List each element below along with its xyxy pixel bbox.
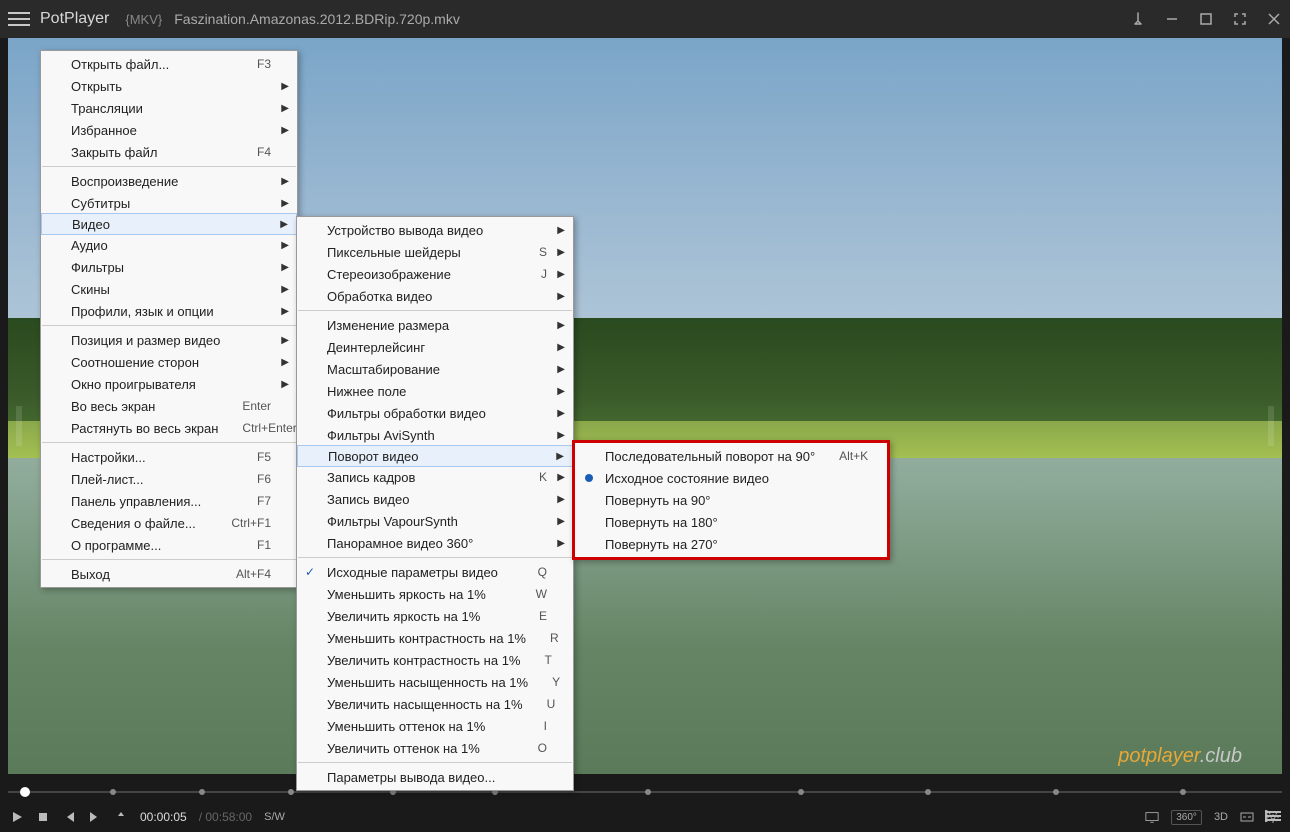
menu-item[interactable]: Трансляции▶ (41, 97, 297, 119)
menu-item[interactable]: Параметры вывода видео... (297, 766, 573, 788)
menu-item[interactable]: Увеличить насыщенность на 1%U (297, 693, 573, 715)
menu-item[interactable]: ✓Исходные параметры видеоQ (297, 561, 573, 583)
menu-item[interactable]: Фильтры▶ (41, 256, 297, 278)
file-name: Faszination.Amazonas.2012.BDRip.720p.mkv (174, 11, 460, 27)
menu-item[interactable]: Обработка видео▶ (297, 285, 573, 307)
subtitle-icon[interactable] (1240, 810, 1254, 824)
menu-item[interactable]: Повернуть на 270° (575, 533, 887, 555)
menu-item[interactable]: Уменьшить яркость на 1%W (297, 583, 573, 605)
playlist-button[interactable] (1262, 804, 1286, 828)
close-button[interactable] (1266, 11, 1282, 27)
menu-item[interactable]: Уменьшить контрастность на 1%R (297, 627, 573, 649)
menu-item[interactable]: Позиция и размер видео▶ (41, 329, 297, 351)
menu-item[interactable]: Уменьшить оттенок на 1%I (297, 715, 573, 737)
menu-item[interactable]: Субтитры▶ (41, 192, 297, 214)
watermark: potplayer.club (1118, 745, 1242, 768)
menu-item[interactable]: Увеличить яркость на 1%E (297, 605, 573, 627)
menu-item[interactable]: Нижнее поле▶ (297, 380, 573, 402)
menu-item[interactable]: Повернуть на 90° (575, 489, 887, 511)
menu-item[interactable]: ВыходAlt+F4 (41, 563, 297, 585)
fullscreen-button[interactable] (1232, 11, 1248, 27)
rotate-video-submenu[interactable]: Последовательный поворот на 90°Alt+KИсхо… (572, 440, 890, 560)
stop-button[interactable] (36, 810, 50, 824)
menu-item[interactable]: Увеличить контрастность на 1%T (297, 649, 573, 671)
menu-item[interactable]: Исходное состояние видео (575, 467, 887, 489)
menu-item[interactable]: Фильтры VapourSynth▶ (297, 510, 573, 532)
file-format-tag: {MKV} (125, 12, 162, 27)
menu-item[interactable]: Поворот видео▶ (297, 445, 573, 467)
menu-item[interactable]: Масштабирование▶ (297, 358, 573, 380)
menu-icon[interactable] (8, 8, 30, 30)
maximize-button[interactable] (1198, 11, 1214, 27)
menu-item[interactable]: Запись кадровK▶ (297, 466, 573, 488)
menu-item[interactable]: Панорамное видео 360°▶ (297, 532, 573, 554)
open-button[interactable] (114, 810, 128, 824)
menu-item[interactable]: Запись видео▶ (297, 488, 573, 510)
next-button[interactable] (88, 810, 102, 824)
time-duration: / 00:58:00 (199, 810, 252, 824)
menu-item[interactable]: Фильтры обработки видео▶ (297, 402, 573, 424)
menu-item[interactable]: Воспроизведение▶ (41, 170, 297, 192)
menu-item[interactable]: Видео▶ (41, 213, 297, 235)
control-bar: 00:00:05 / 00:58:00 S/W 360° 3D (0, 802, 1290, 832)
seekbar[interactable] (8, 782, 1282, 802)
menu-item[interactable]: Увеличить оттенок на 1%O (297, 737, 573, 759)
menu-item[interactable]: Окно проигрывателя▶ (41, 373, 297, 395)
menu-item[interactable]: Уменьшить насыщенность на 1%Y (297, 671, 573, 693)
menu-item[interactable]: Открыть файл...F3 (41, 53, 297, 75)
play-button[interactable] (10, 810, 24, 824)
360-button[interactable]: 360° (1171, 810, 1202, 825)
menu-item[interactable]: Устройство вывода видео▶ (297, 219, 573, 241)
hw-indicator[interactable]: S/W (264, 811, 285, 823)
menu-item[interactable]: Повернуть на 180° (575, 511, 887, 533)
pin-icon[interactable] (1130, 11, 1146, 27)
menu-item[interactable]: Деинтерлейсинг▶ (297, 336, 573, 358)
minimize-button[interactable] (1164, 11, 1180, 27)
menu-item[interactable]: Избранное▶ (41, 119, 297, 141)
menu-item[interactable]: Пиксельные шейдерыS▶ (297, 241, 573, 263)
menu-item[interactable]: Растянуть во весь экранCtrl+Enter (41, 417, 297, 439)
titlebar: PotPlayer {MKV} Faszination.Amazonas.201… (0, 0, 1290, 38)
menu-item[interactable]: Аудио▶ (41, 234, 297, 256)
app-name: PotPlayer (40, 10, 109, 28)
menu-item[interactable]: Фильтры AviSynth▶ (297, 424, 573, 446)
menu-item[interactable]: Плей-лист...F6 (41, 468, 297, 490)
main-context-menu[interactable]: Открыть файл...F3Открыть▶Трансляции▶Избр… (40, 50, 298, 588)
menu-item[interactable]: Соотношение сторон▶ (41, 351, 297, 373)
menu-item[interactable]: Настройки...F5 (41, 446, 297, 468)
prev-handle[interactable] (16, 406, 22, 446)
video-submenu[interactable]: Устройство вывода видео▶Пиксельные шейде… (296, 216, 574, 791)
next-handle[interactable] (1268, 406, 1274, 446)
menu-item[interactable]: Во весь экранEnter (41, 395, 297, 417)
menu-item[interactable]: Открыть▶ (41, 75, 297, 97)
menu-item[interactable]: Скины▶ (41, 278, 297, 300)
time-current: 00:00:05 (140, 810, 187, 824)
menu-item[interactable]: Панель управления...F7 (41, 490, 297, 512)
seek-thumb[interactable] (20, 787, 30, 797)
menu-item[interactable]: Закрыть файлF4 (41, 141, 297, 163)
3d-button[interactable]: 3D (1214, 811, 1228, 823)
prev-button[interactable] (62, 810, 76, 824)
screen-icon[interactable] (1145, 810, 1159, 824)
menu-item[interactable]: Изменение размера▶ (297, 314, 573, 336)
menu-item[interactable]: Сведения о файле...Ctrl+F1 (41, 512, 297, 534)
menu-item[interactable]: Профили, язык и опции▶ (41, 300, 297, 322)
menu-item[interactable]: Последовательный поворот на 90°Alt+K (575, 445, 887, 467)
menu-item[interactable]: О программе...F1 (41, 534, 297, 556)
menu-item[interactable]: СтереоизображениеJ▶ (297, 263, 573, 285)
